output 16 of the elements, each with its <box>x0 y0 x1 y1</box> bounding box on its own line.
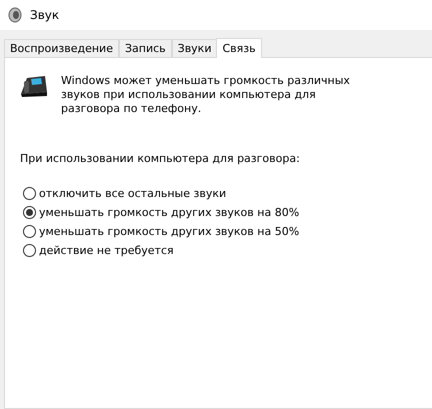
prompt-text: При использовании компьютера для разговора: <box>20 152 301 165</box>
tab[interactable]: Связь <box>216 38 262 58</box>
radio-button[interactable] <box>23 225 36 238</box>
radio-option[interactable]: действие не требуется <box>23 244 432 257</box>
tab[interactable]: Воспроизведение <box>4 39 119 57</box>
tab[interactable]: Звуки <box>172 39 218 57</box>
radio-button[interactable] <box>23 187 36 200</box>
description-text: Windows может уменьшать громкость различных звуков при использовании компьютера для разговора по телефону. <box>61 73 351 116</box>
speaker-icon <box>8 7 22 23</box>
radio-option[interactable]: отключить все остальные звуки <box>23 187 432 200</box>
radio-option[interactable]: уменьшать громкость других звуков на 50% <box>23 225 432 238</box>
radio-option[interactable]: уменьшать громкость других звуков на 80% <box>23 206 432 219</box>
window-title: Звук <box>30 8 60 22</box>
radio-button[interactable] <box>23 244 36 257</box>
tab[interactable]: Запись <box>118 39 172 57</box>
radio-button[interactable] <box>23 206 36 219</box>
